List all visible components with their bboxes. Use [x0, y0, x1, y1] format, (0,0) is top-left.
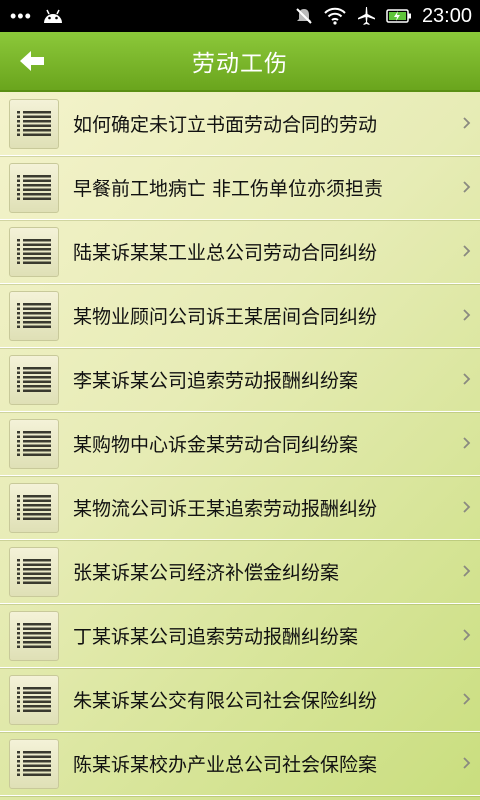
notifications-off-icon	[294, 6, 314, 26]
list-item-label: 某物流公司诉王某追索劳动报酬纠纷	[73, 498, 378, 520]
list-item-label: 陈某诉某校办产业总公司社会保险案	[73, 754, 378, 776]
back-button[interactable]	[12, 42, 52, 80]
list-item[interactable]: 早餐前工地病亡 非工伤单位亦须担责	[0, 156, 480, 220]
list-item[interactable]: 朱某诉某公交有限公司社会保险纠纷	[0, 668, 480, 732]
list-item-label: 朱某诉某公交有限公司社会保险纠纷	[73, 690, 378, 712]
status-bar-left: •••	[10, 6, 64, 27]
chevron-right-icon	[463, 181, 471, 193]
chevron-right-icon	[463, 757, 471, 769]
list-icon	[9, 674, 59, 725]
list-item-label: 某物业顾问公司诉王某居间合同纠纷	[73, 306, 378, 328]
airplane-icon	[356, 6, 376, 26]
status-bar: ••• 23:00	[0, 0, 480, 32]
list-icon	[9, 98, 59, 149]
list-item[interactable]: 陈某诉某校办产业总公司社会保险案	[0, 732, 480, 796]
list-item[interactable]: 丁某诉某公司追索劳动报酬纠纷案	[0, 604, 480, 668]
status-time: 23:00	[421, 4, 472, 27]
list-item-label: 如何确定未订立书面劳动合同的劳动	[73, 114, 378, 136]
list-icon	[9, 610, 59, 661]
list-item[interactable]: 张某诉某公司经济补偿金纠纷案	[0, 540, 480, 604]
list-item[interactable]: 某物流公司诉王某追索劳动报酬纠纷	[0, 476, 480, 540]
chevron-right-icon	[463, 373, 471, 385]
list-icon	[9, 290, 59, 341]
list-icon	[9, 738, 59, 789]
list-item[interactable]: 某购物中心诉金某劳动合同纠纷案	[0, 412, 480, 476]
more-dots-icon: •••	[10, 5, 32, 26]
list-icon	[9, 418, 59, 469]
list-icon	[9, 162, 59, 213]
chevron-right-icon	[463, 501, 471, 513]
list-item-label: 陆某诉某某工业总公司劳动合同纠纷	[73, 242, 378, 264]
list-item-label: 张某诉某公司经济补偿金纠纷案	[73, 562, 340, 584]
chevron-right-icon	[463, 693, 471, 705]
list-item[interactable]: 某物业顾问公司诉王某居间合同纠纷	[0, 284, 480, 348]
page-title: 劳动工伤	[192, 51, 288, 77]
app-header: 劳动工伤	[0, 32, 480, 92]
wifi-icon	[324, 7, 346, 25]
list-icon	[9, 226, 59, 277]
list-item-label: 早餐前工地病亡 非工伤单位亦须担责	[73, 178, 384, 200]
list-icon	[9, 546, 59, 597]
list-item-label: 丁某诉某公司追索劳动报酬纠纷案	[73, 626, 359, 648]
chevron-right-icon	[463, 245, 471, 257]
chevron-right-icon	[463, 117, 471, 129]
android-icon	[42, 8, 64, 24]
status-bar-right: 23:00	[294, 5, 472, 28]
chevron-right-icon	[463, 309, 471, 321]
list-item[interactable]: 李某诉某公司追索劳动报酬纠纷案	[0, 348, 480, 412]
chevron-right-icon	[463, 565, 471, 577]
battery-icon	[386, 8, 412, 24]
case-list: 如何确定未订立书面劳动合同的劳动 早餐前工地病亡 非工伤单位亦须担责 陆某诉某某工业…	[0, 92, 480, 796]
back-arrow-icon	[20, 51, 44, 71]
list-icon	[9, 354, 59, 405]
chevron-right-icon	[463, 629, 471, 641]
list-icon	[9, 482, 59, 533]
list-item-label: 某购物中心诉金某劳动合同纠纷案	[73, 434, 359, 456]
list-item[interactable]: 陆某诉某某工业总公司劳动合同纠纷	[0, 220, 480, 284]
list-item-label: 李某诉某公司追索劳动报酬纠纷案	[73, 370, 359, 392]
chevron-right-icon	[463, 437, 471, 449]
list-item[interactable]: 如何确定未订立书面劳动合同的劳动	[0, 92, 480, 156]
